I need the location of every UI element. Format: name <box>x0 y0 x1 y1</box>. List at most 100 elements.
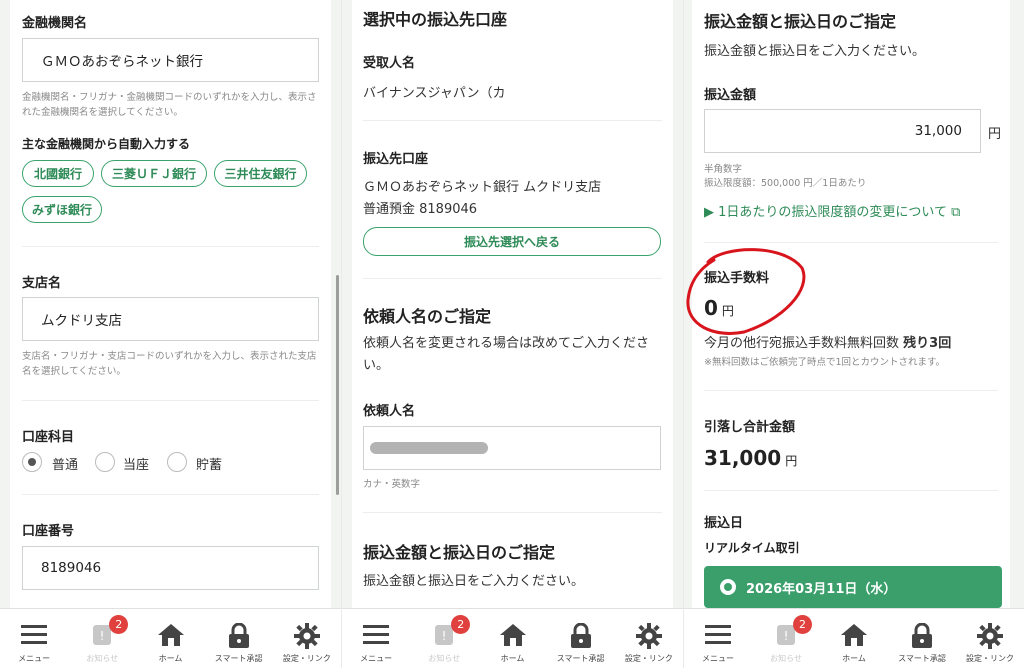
panel-amount-entry: 振込金額と振込日のご指定 振込金額と振込日をご入力ください。 振込金額 31,0… <box>684 0 1024 668</box>
tab-settings[interactable]: 設定・リンク <box>959 609 1021 668</box>
tab-label: 設定・リンク <box>624 654 673 663</box>
bank-name-value: ＧＭＯあおぞらネット銀行 <box>41 54 203 70</box>
tab-menu[interactable]: メニュー <box>687 609 749 668</box>
tab-label: スマート承認 <box>898 654 946 663</box>
tab-notices[interactable]: ! お知らせ 2 <box>755 609 817 668</box>
bank-name-label: 金融機関名 <box>22 16 88 31</box>
divider <box>704 490 998 491</box>
home-icon <box>157 623 184 651</box>
radio-chochiku[interactable] <box>167 452 187 472</box>
tab-home[interactable]: ホーム <box>482 609 544 668</box>
account-number-value: 8189046 <box>41 560 102 576</box>
realtime-label: リアルタイム取引 <box>704 541 800 555</box>
bank-name-help: 金融機関名・フリガナ・金融機関コードのいずれかを入力し、表示された金融機関名を選… <box>22 92 317 118</box>
menu-icon <box>705 623 731 651</box>
total-label: 引落し合計金額 <box>704 420 796 435</box>
tab-label: メニュー <box>702 654 734 663</box>
bank-chip-hokkoku[interactable]: 北國銀行 <box>22 160 94 187</box>
form-card: 選択中の振込先口座 受取人名 バイナンスジャパン（カ 振込先口座 ＧＭＯあおぞら… <box>352 0 673 608</box>
tab-label: ホーム <box>500 654 525 663</box>
tab-smart-approval[interactable]: スマート承認 <box>550 609 612 668</box>
account-number-input[interactable]: 8189046 <box>22 546 319 590</box>
bank-name-input[interactable]: ＧＭＯあおぞらネット銀行 <box>22 38 319 82</box>
transfer-date-label: 振込日 <box>704 516 744 531</box>
panel-confirm-recipient: 選択中の振込先口座 受取人名 バイナンスジャパン（カ 振込先口座 ＧＭＯあおぞら… <box>342 0 683 668</box>
total-yen-unit: 円 <box>785 454 798 468</box>
amount-section-desc: 振込金額と振込日をご入力ください。 <box>363 574 585 589</box>
back-to-recipient-select-button[interactable]: 振込先選択へ戻る <box>363 227 661 256</box>
scrollbar[interactable] <box>336 275 339 495</box>
tab-home[interactable]: ホーム <box>140 609 202 668</box>
tab-label: 設定・リンク <box>966 654 1014 663</box>
bottom-tab-bar: メニュー! お知らせ 2 ホーム スマート承認 設定・リンク <box>0 608 341 668</box>
bank-chip-mizuho[interactable]: みずほ銀行 <box>22 196 102 223</box>
redacted-name-bar <box>370 442 488 454</box>
transfer-date-option[interactable]: 2026年03月11日（水） <box>704 566 1002 608</box>
tab-label: お知らせ <box>428 654 461 663</box>
radio-futsu[interactable] <box>22 452 42 472</box>
tab-smart-approval[interactable]: スマート承認 <box>208 609 270 668</box>
branch-help: 支店名・フリガナ・支店コードのいずれかを入力し、表示された支店名を選択してくださ… <box>22 351 317 377</box>
tab-label: ホーム <box>842 654 866 663</box>
tab-notices[interactable]: ! お知らせ 2 <box>71 609 133 668</box>
divider <box>363 512 662 513</box>
lock-icon <box>570 622 592 653</box>
amount-section-title: 振込金額と振込日のご指定 <box>363 543 556 562</box>
date-radio-icon <box>720 579 736 595</box>
tab-smart-approval[interactable]: スマート承認 <box>891 609 953 668</box>
gear-icon <box>293 623 320 653</box>
gear-icon <box>635 623 662 653</box>
tab-settings[interactable]: 設定・リンク <box>276 609 338 668</box>
notification-badge: 2 <box>109 615 129 634</box>
bank-chip-smbc[interactable]: 三井住友銀行 <box>214 160 307 187</box>
radio-chochiku-label: 貯蓄 <box>196 458 223 473</box>
divider <box>363 120 662 121</box>
dest-account-line1: ＧＭＯあおぞらネット銀行 ムクドリ支店 <box>363 180 602 195</box>
divider <box>22 400 319 401</box>
bank-chip-mufg[interactable]: 三菱ＵＦＪ銀行 <box>101 160 207 187</box>
home-icon <box>841 623 867 651</box>
total-value: 31,000 円 <box>704 446 797 470</box>
recipient-value: バイナンスジャパン（カ <box>363 86 506 101</box>
tab-home[interactable]: ホーム <box>823 609 885 668</box>
notification-badge: 2 <box>451 615 471 634</box>
divider <box>22 494 319 495</box>
notification-badge: 2 <box>793 615 812 634</box>
divider <box>363 278 662 279</box>
radio-toza[interactable] <box>95 452 115 472</box>
tab-label: ホーム <box>158 654 183 663</box>
tab-menu[interactable]: メニュー <box>345 609 407 668</box>
branch-input[interactable]: ムクドリ支店 <box>22 297 319 341</box>
selected-account-title: 選択中の振込先口座 <box>363 10 508 29</box>
dest-account-label: 振込先口座 <box>363 152 429 167</box>
requester-name-input[interactable] <box>363 426 661 470</box>
gear-icon <box>977 623 1003 653</box>
bottom-tab-bar: メニュー! お知らせ 2 ホーム スマート承認 設定・リンク <box>342 608 683 668</box>
divider <box>22 246 319 247</box>
bottom-tab-bar: メニュー! お知らせ 2 ホーム スマート承認 設定・リンク <box>684 608 1024 668</box>
svg-text:!: ! <box>100 629 105 643</box>
tab-label: スマート承認 <box>556 654 605 663</box>
recipient-label: 受取人名 <box>363 56 416 71</box>
tab-notices[interactable]: ! お知らせ 2 <box>413 609 475 668</box>
dest-account-line2: 普通預金 8189046 <box>363 202 478 217</box>
menu-icon <box>21 623 48 651</box>
tab-settings[interactable]: 設定・リンク <box>618 609 680 668</box>
requester-name-label: 依頼人名 <box>363 404 416 419</box>
total-amount: 31,000 <box>704 446 782 470</box>
tab-label: 設定・リンク <box>282 654 331 663</box>
panel-bank-entry: 金融機関名 ＧＭＯあおぞらネット銀行 金融機関名・フリガナ・金融機関コードのいず… <box>0 0 341 668</box>
svg-text:!: ! <box>784 629 789 643</box>
radio-futsu-label: 普通 <box>52 458 79 473</box>
requester-hint: カナ・英数字 <box>363 479 421 490</box>
account-type-label: 口座科目 <box>22 430 75 445</box>
red-annotation-circle <box>686 248 806 335</box>
tab-label: お知らせ <box>770 654 802 663</box>
requester-desc: 依頼人名を変更される場合は改めてご入力ください。 <box>363 336 650 373</box>
radio-toza-label: 当座 <box>123 458 150 473</box>
tab-label: スマート承認 <box>214 654 263 663</box>
requester-title: 依頼人名のご指定 <box>363 307 492 326</box>
tab-label: メニュー <box>360 654 393 663</box>
tab-menu[interactable]: メニュー <box>3 609 65 668</box>
lock-icon <box>911 622 933 653</box>
